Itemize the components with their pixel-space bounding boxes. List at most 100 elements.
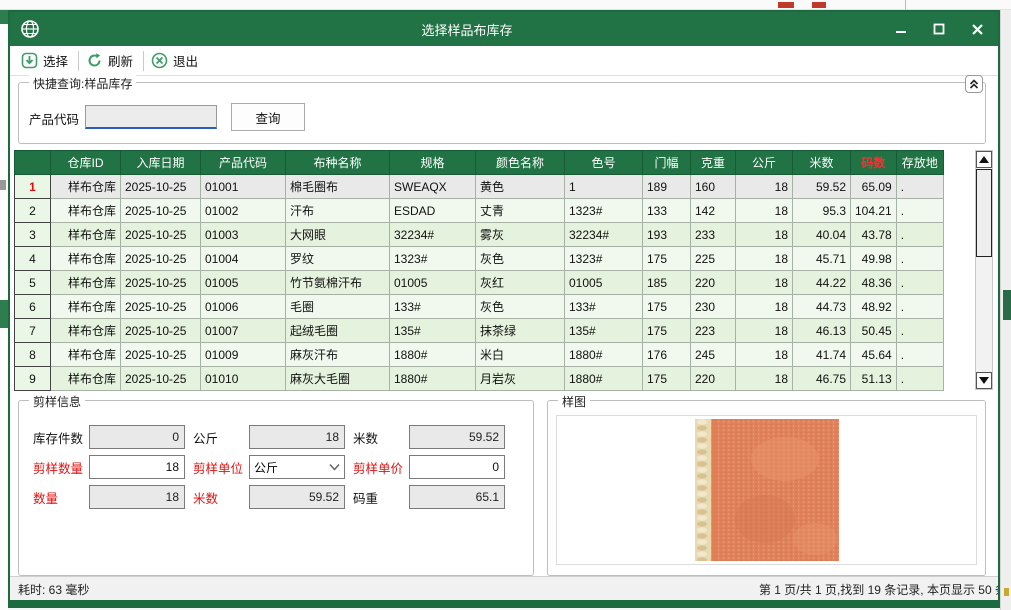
meters-field — [409, 425, 505, 449]
column-header[interactable]: 码数 — [850, 150, 897, 175]
column-header[interactable]: 存放地 — [895, 150, 944, 175]
column-header[interactable]: 布种名称 — [285, 150, 390, 175]
table-row[interactable]: 8 样布仓库 2025-10-25 01009 麻灰汗布 1880# 米白 1880# 176 2… — [14, 342, 944, 367]
minimize-button[interactable] — [894, 22, 908, 36]
table-cell: 1323# — [389, 246, 476, 271]
table-cell: 65.09 — [850, 174, 897, 199]
row-number-cell: 9 — [14, 366, 51, 391]
table-cell: 雾灰 — [475, 222, 565, 247]
column-header[interactable]: 入库日期 — [120, 150, 201, 175]
table-cell: 142 — [690, 198, 736, 223]
inventory-table: 仓库ID 入库日期 产品代码 布种名称 规格 颜色名称 色号 门幅 克重 公斤 米数 码数 存放地 1 样布… — [14, 150, 944, 391]
cut-unit-price-field[interactable] — [409, 455, 505, 479]
column-header[interactable]: 颜色名称 — [475, 150, 565, 175]
table-cell: 32234# — [564, 222, 643, 247]
table-cell: 抹茶绿 — [475, 318, 565, 343]
table-cell: 1880# — [389, 342, 476, 367]
table-cell: 麻灰大毛圈 — [285, 366, 390, 391]
cut-unit-select[interactable]: 公斤 — [249, 455, 345, 479]
column-header[interactable]: 门幅 — [642, 150, 691, 175]
refresh-button[interactable]: 刷新 — [81, 48, 141, 73]
row-number-cell: 4 — [14, 246, 51, 271]
table-cell: 45.71 — [792, 246, 851, 271]
table-cell: 44.22 — [792, 270, 851, 295]
table-vertical-scrollbar[interactable] — [975, 150, 993, 390]
table-cell: 01005 — [389, 270, 476, 295]
select-button[interactable]: 选择 — [16, 48, 76, 73]
product-code-input[interactable] — [85, 105, 217, 129]
table-row[interactable]: 4 样布仓库 2025-10-25 01004 罗纹 1323# 灰色 1323# 175 225… — [14, 246, 944, 271]
table-cell: 01009 — [200, 342, 286, 367]
exit-button[interactable]: 退出 — [146, 48, 206, 73]
table-cell: 罗纹 — [285, 246, 390, 271]
row-number-cell: 6 — [14, 294, 51, 319]
yard-weight-label: 码重 — [353, 491, 379, 506]
table-cell: 2025-10-25 — [120, 342, 201, 367]
close-button[interactable] — [970, 22, 984, 36]
inventory-table-container: 仓库ID 入库日期 产品代码 布种名称 规格 颜色名称 色号 门幅 克重 公斤 米数 码数 存放地 1 样布… — [14, 150, 944, 391]
table-cell: ESDAD — [389, 198, 476, 223]
table-cell: 01003 — [200, 222, 286, 247]
table-cell: 220 — [690, 270, 736, 295]
search-button[interactable]: 查询 — [231, 103, 305, 131]
table-cell: 月岩灰 — [475, 366, 565, 391]
table-row[interactable]: 9 样布仓库 2025-10-25 01010 麻灰大毛圈 1880# 月岩灰 1880# 17… — [14, 366, 944, 391]
table-row[interactable]: 2 样布仓库 2025-10-25 01002 汗布 ESDAD 丈青 1323# 133 142… — [14, 198, 944, 223]
cut-unit-value: 公斤 — [254, 460, 279, 475]
scrollbar-thumb[interactable] — [976, 169, 992, 257]
scroll-up-arrow-icon[interactable] — [976, 151, 992, 168]
table-cell: 49.98 — [850, 246, 897, 271]
table-row[interactable]: 3 样布仓库 2025-10-25 01003 大网眼 32234# 雾灰 32234# 193… — [14, 222, 944, 247]
table-cell: 225 — [690, 246, 736, 271]
table-cell: 棉毛圈布 — [285, 174, 390, 199]
table-cell: 2025-10-25 — [120, 198, 201, 223]
table-cell: . — [895, 246, 944, 271]
column-header[interactable]: 仓库ID — [50, 150, 121, 175]
table-cell: 185 — [642, 270, 691, 295]
table-cell: . — [895, 222, 944, 247]
select-button-label: 选择 — [43, 55, 69, 69]
chevron-down-icon — [329, 463, 340, 471]
background-window-left — [0, 10, 8, 610]
column-header[interactable]: 米数 — [792, 150, 851, 175]
cut-sample-info-legend: 剪样信息 — [29, 393, 86, 410]
table-cell: 01006 — [200, 294, 286, 319]
background-fragment — [0, 10, 8, 24]
cut-quantity-field[interactable] — [89, 455, 185, 479]
column-header[interactable]: 色号 — [564, 150, 643, 175]
table-cell: 样布仓库 — [50, 246, 121, 271]
status-bar: 耗时: 63 毫秒 第 1 页/共 1 页,找到 19 条记录, 本页显示 50… — [10, 576, 998, 600]
table-row[interactable]: 1 样布仓库 2025-10-25 01001 棉毛圈布 SWEAQX 黄色 1 189 160 1… — [14, 174, 944, 199]
stock-pieces-field — [89, 425, 185, 449]
table-cell: 175 — [642, 294, 691, 319]
collapse-panel-button[interactable] — [965, 75, 983, 93]
stock-pieces-label: 库存件数 — [33, 431, 84, 446]
table-cell: 1 — [564, 174, 643, 199]
table-cell: 灰色 — [475, 246, 565, 271]
maximize-button[interactable] — [932, 22, 946, 36]
table-row[interactable]: 6 样布仓库 2025-10-25 01006 毛圈 133# 灰色 133# 175 230 18… — [14, 294, 944, 319]
table-cell: 133# — [389, 294, 476, 319]
table-row[interactable]: 7 样布仓库 2025-10-25 01007 起绒毛圈 135# 抹茶绿 135# 175 22… — [14, 318, 944, 343]
table-cell: . — [895, 174, 944, 199]
table-cell: 竹节氨棉汗布 — [285, 270, 390, 295]
kilograms-field — [249, 425, 345, 449]
globe-icon — [20, 19, 40, 39]
table-cell: 样布仓库 — [50, 198, 121, 223]
column-header[interactable]: 规格 — [389, 150, 476, 175]
background-text-fragment — [778, 2, 794, 8]
sample-image-panel — [556, 415, 977, 565]
cut-unit-price-label: 剪样单价 — [353, 461, 404, 476]
scroll-down-arrow-icon[interactable] — [976, 372, 992, 389]
column-header[interactable]: 公斤 — [735, 150, 793, 175]
table-cell: 95.3 — [792, 198, 851, 223]
column-header[interactable]: 产品代码 — [200, 150, 286, 175]
background-fragment — [0, 180, 6, 190]
table-cell: 2025-10-25 — [120, 246, 201, 271]
exit-close-circle-icon — [151, 52, 168, 69]
table-cell: 175 — [642, 246, 691, 271]
table-cell: 样布仓库 — [50, 174, 121, 199]
column-header[interactable]: 克重 — [690, 150, 736, 175]
table-row[interactable]: 5 样布仓库 2025-10-25 01005 竹节氨棉汗布 01005 灰红 01005 18… — [14, 270, 944, 295]
table-cell: 230 — [690, 294, 736, 319]
